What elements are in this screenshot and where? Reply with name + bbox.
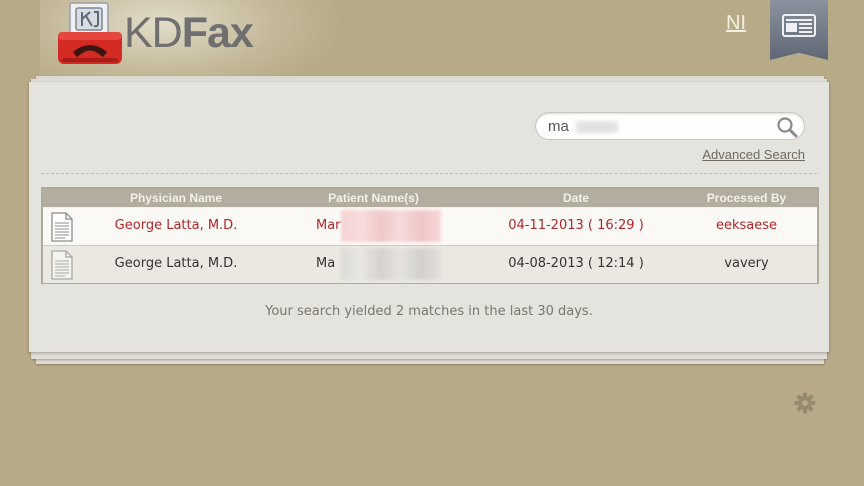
results-summary: Your search yielded 2 matches in the las… <box>265 304 593 319</box>
brand-title: KDFax <box>124 8 254 58</box>
patient-name-redaction <box>341 248 441 280</box>
fax-logo-icon <box>58 2 122 64</box>
received-date: 04-11-2013 ( 16:29 ) <box>508 218 644 233</box>
brand-part-fax: Fax <box>181 9 254 57</box>
news-icon <box>782 14 816 37</box>
column-header-processed-by: Processed By <box>706 191 787 205</box>
processed-by: vavery <box>724 256 769 271</box>
received-date: 04-08-2013 ( 12:14 ) <box>508 256 644 271</box>
physician-name: George Latta, M.D. <box>114 256 238 271</box>
search-box <box>535 112 805 140</box>
table-row[interactable]: George Latta, M.D. Mar 04-11-2013 ( 16:2… <box>43 208 817 246</box>
results-table: Physician Name Patient Name(s) Date Proc… <box>41 187 819 284</box>
search-redaction <box>576 121 618 133</box>
processed-by: eeksaese <box>715 218 778 233</box>
user-initials-link[interactable]: NI <box>726 12 746 35</box>
column-header-physician: Physician Name <box>129 191 223 205</box>
search-icon[interactable] <box>776 116 798 138</box>
search-panel: Advanced Search Physician Name Patient N… <box>29 82 829 352</box>
document-icon <box>51 250 73 280</box>
column-header-patient: Patient Name(s) <box>328 191 419 205</box>
physician-name: George Latta, M.D. <box>114 218 238 233</box>
document-icon <box>51 212 73 242</box>
gear-icon[interactable] <box>794 392 816 414</box>
patient-name: Mar <box>316 218 341 233</box>
patient-name-redaction <box>341 210 441 242</box>
brand-part-kd: KD <box>124 9 183 57</box>
divider <box>41 173 817 174</box>
table-row[interactable]: George Latta, M.D. Ma 04-08-2013 ( 12:14… <box>43 246 817 283</box>
table-header: Physician Name Patient Name(s) Date Proc… <box>43 189 817 207</box>
news-tab-button[interactable] <box>770 0 828 60</box>
patient-name: Ma <box>316 256 336 271</box>
column-header-date: Date <box>562 191 589 205</box>
advanced-search-link[interactable]: Advanced Search <box>702 147 805 162</box>
